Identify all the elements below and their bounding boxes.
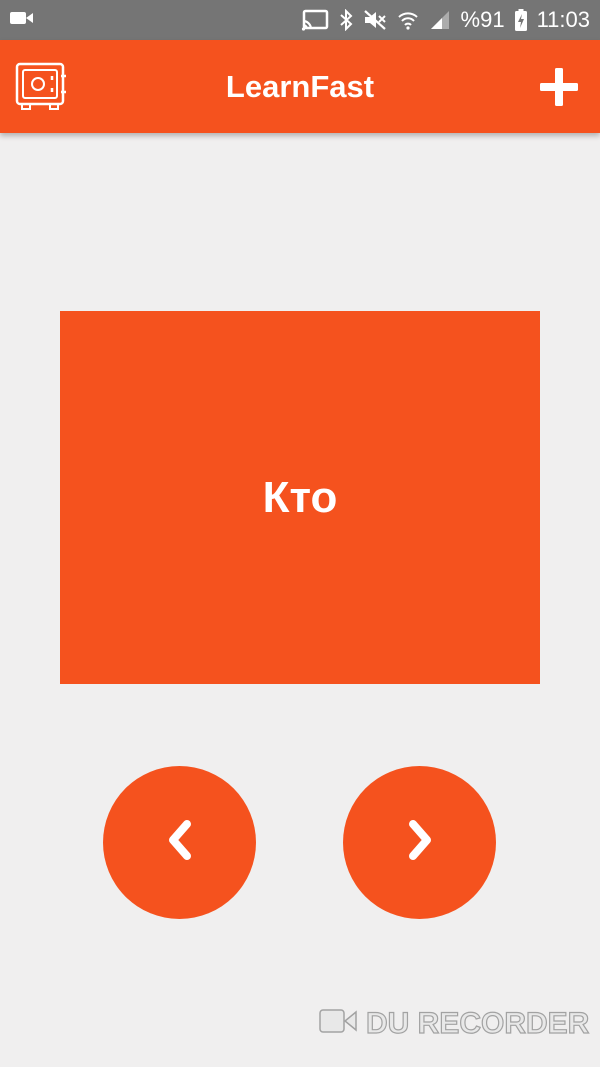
video-camera-icon [10, 10, 34, 31]
previous-button[interactable] [103, 766, 256, 919]
app-title: LearnFast [225, 68, 375, 104]
status-bar: %91 11:03 [0, 0, 600, 40]
watermark-text: DU RECORDER [365, 1006, 590, 1040]
cast-icon [301, 9, 329, 31]
safe-button[interactable] [14, 62, 68, 112]
clock: 11:03 [536, 7, 590, 32]
recorder-watermark: DU RECORDER [318, 1006, 590, 1041]
battery-percent: %91 [460, 7, 505, 32]
app-bar: LearnFast [0, 40, 600, 133]
add-button[interactable] [540, 68, 578, 106]
wifi-icon [397, 9, 419, 31]
safe-icon [14, 62, 68, 116]
chevron-right-icon [405, 819, 435, 866]
plus-icon [540, 68, 578, 110]
chevron-left-icon [165, 819, 195, 866]
status-left [10, 10, 34, 31]
card-word: Кто [262, 472, 338, 522]
signal-icon [429, 9, 451, 31]
status-right: %91 11:03 [301, 7, 590, 33]
battery-charging-icon [514, 9, 527, 31]
mute-icon [363, 9, 387, 31]
flash-card[interactable]: Кто [60, 311, 540, 684]
bluetooth-icon [339, 9, 353, 31]
next-button[interactable] [343, 766, 496, 919]
video-camera-icon [318, 1006, 358, 1041]
